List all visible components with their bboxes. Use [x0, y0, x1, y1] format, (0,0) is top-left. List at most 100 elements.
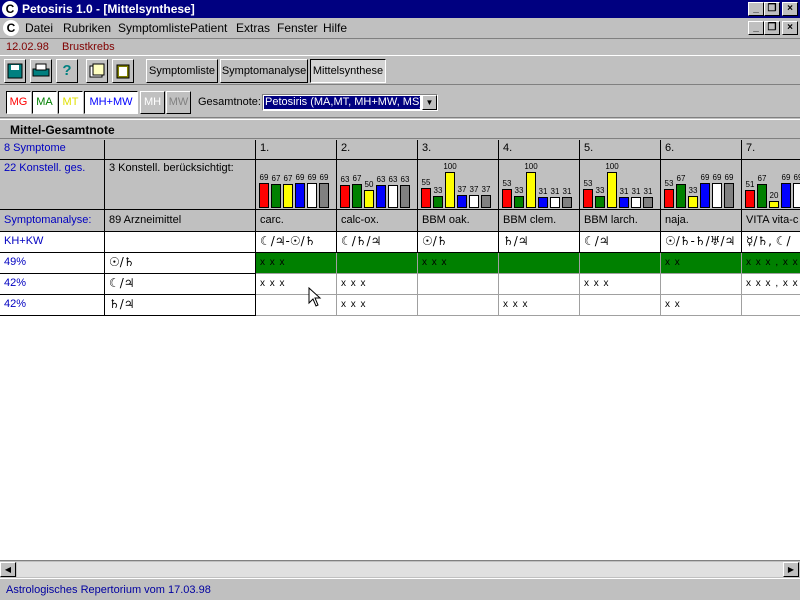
- mdi-minimize-button[interactable]: _: [748, 21, 764, 35]
- remedy-bar-chart: 63 67 50 63 63 63: [337, 160, 418, 210]
- remedy-rank[interactable]: 3.: [418, 140, 499, 160]
- remedy-match-cell[interactable]: [337, 253, 418, 274]
- filter-ma-button[interactable]: MA: [32, 91, 57, 114]
- remedy-bar-chart: 55 33 100 37 37 37: [418, 160, 499, 210]
- remedy-name[interactable]: carc.: [256, 210, 337, 232]
- document-icon[interactable]: C: [3, 20, 19, 36]
- remedy-rank[interactable]: 7.: [742, 140, 800, 160]
- row-konstellation[interactable]: ♄/♃: [105, 295, 256, 316]
- scroll-right-icon[interactable]: ▶: [783, 562, 799, 577]
- remedy-match-cell[interactable]: [499, 253, 580, 274]
- bar-mg: [745, 190, 755, 208]
- remedy-match-cell[interactable]: [580, 295, 661, 316]
- filter-mh-button[interactable]: MH: [140, 91, 165, 114]
- bar-mg: [259, 183, 269, 208]
- remedy-name[interactable]: calc-ox.: [337, 210, 418, 232]
- bar-ma: [271, 184, 281, 208]
- row-konstellation[interactable]: ☾/♃: [105, 274, 256, 295]
- clipboard-icon[interactable]: [112, 59, 134, 83]
- remedy-match-cell[interactable]: x x x , x x: [742, 274, 800, 295]
- remedy-name[interactable]: BBM larch.: [580, 210, 661, 232]
- remedy-rank[interactable]: 2.: [337, 140, 418, 160]
- close-button[interactable]: ×: [782, 2, 798, 16]
- remedy-rank[interactable]: 4.: [499, 140, 580, 160]
- menu-datei[interactable]: Datei: [25, 21, 53, 35]
- remedy-name[interactable]: naja.: [661, 210, 742, 232]
- help-icon[interactable]: ?: [56, 59, 78, 83]
- mdi-restore-button[interactable]: ❐: [764, 21, 780, 35]
- row-konstellation[interactable]: ☉/♄: [105, 253, 256, 274]
- remedy-match-cell[interactable]: [661, 274, 742, 295]
- bar-mg: [502, 189, 512, 208]
- remedy-match-cell[interactable]: x x x: [580, 274, 661, 295]
- remedy-match-cell[interactable]: x x x: [337, 295, 418, 316]
- patient-date: 12.02.98: [6, 41, 49, 53]
- remedy-name[interactable]: VITA vita-c: [742, 210, 800, 232]
- gesamtnote-label: Gesamtnote:: [198, 96, 261, 108]
- minimize-button[interactable]: _: [748, 2, 764, 16]
- remedy-khkw: ☿/♄, ☾/: [742, 232, 800, 253]
- bar-value-label: 67: [757, 174, 767, 183]
- menu-extras[interactable]: Extras: [236, 21, 270, 35]
- row-percent[interactable]: 42%: [0, 274, 105, 295]
- filter-mhmw-button[interactable]: MH+MW: [84, 91, 138, 114]
- remedy-match-cell[interactable]: [256, 295, 337, 316]
- remedy-match-cell[interactable]: x x x , x x: [742, 253, 800, 274]
- save-icon[interactable]: [4, 59, 26, 83]
- remedy-match-cell[interactable]: x x: [661, 295, 742, 316]
- bar-value-label: 69: [724, 173, 734, 182]
- scroll-left-icon[interactable]: ◀: [0, 562, 16, 577]
- menu-bar: C Datei Rubriken Symptomliste Patient Ex…: [0, 18, 800, 38]
- remedy-name[interactable]: BBM clem.: [499, 210, 580, 232]
- menu-rubriken[interactable]: Rubriken: [63, 21, 111, 35]
- bar-ma: [433, 196, 443, 208]
- remedy-khkw: ☾/♄/♃: [337, 232, 418, 253]
- bar-mw: [562, 197, 572, 208]
- row-percent[interactable]: 49%: [0, 253, 105, 274]
- gesamtnote-select[interactable]: Petosiris (MA,MT, MH+MW, MS) ▼: [262, 94, 438, 111]
- remedy-match-cell[interactable]: x x: [661, 253, 742, 274]
- remedy-match-cell[interactable]: x x x: [337, 274, 418, 295]
- filter-mt-button[interactable]: MT: [58, 91, 83, 114]
- menu-hilfe[interactable]: Hilfe: [323, 21, 347, 35]
- mdi-close-button[interactable]: ×: [782, 21, 798, 35]
- remedy-khkw: ☉/♄-♄/♅/♃: [661, 232, 742, 253]
- remedy-match-cell[interactable]: [499, 274, 580, 295]
- bar-mh: [550, 197, 560, 208]
- filter-mg-button[interactable]: MG: [6, 91, 31, 114]
- bar-value-label: 33: [595, 186, 605, 195]
- remedy-match-cell[interactable]: [742, 295, 800, 316]
- remedy-match-cell[interactable]: [580, 253, 661, 274]
- remedy-bar-chart: 53 67 33 69 69 69: [661, 160, 742, 210]
- symptomliste-button[interactable]: Symptomliste: [146, 59, 218, 83]
- remedy-match-cell[interactable]: x x x: [256, 274, 337, 295]
- remedy-rank[interactable]: 6.: [661, 140, 742, 160]
- menu-symptomliste[interactable]: Symptomliste: [118, 21, 190, 35]
- remedy-name[interactable]: BBM oak.: [418, 210, 499, 232]
- maximize-button[interactable]: ❐: [764, 2, 780, 16]
- remedy-match-cell[interactable]: x x x: [418, 253, 499, 274]
- mittelsynthese-button[interactable]: Mittelsynthese: [310, 59, 386, 83]
- remedy-match-cell[interactable]: [418, 295, 499, 316]
- remedy-match-cell[interactable]: x x x: [256, 253, 337, 274]
- bar-mw: [481, 195, 491, 208]
- remedy-match-cell[interactable]: [418, 274, 499, 295]
- menu-patient[interactable]: Patient: [190, 21, 227, 35]
- remedy-bar-chart: 53 33 100 31 31 31: [499, 160, 580, 210]
- bar-value-label: 69: [793, 173, 800, 182]
- menu-fenster[interactable]: Fenster: [277, 21, 318, 35]
- scroll-track[interactable]: [17, 562, 783, 577]
- symptomanalyse-button[interactable]: Symptomanalyse: [220, 59, 308, 83]
- print-icon[interactable]: [30, 59, 52, 83]
- remedy-rank[interactable]: 5.: [580, 140, 661, 160]
- horizontal-scrollbar[interactable]: ◀ ▶: [0, 560, 800, 577]
- row-percent[interactable]: 42%: [0, 295, 105, 316]
- bar-mh: [307, 183, 317, 208]
- filter-mw-button[interactable]: MW: [166, 91, 191, 114]
- remedy-match-cell[interactable]: x x x: [499, 295, 580, 316]
- bar-mt: [526, 172, 536, 208]
- remedy-rank[interactable]: 1.: [256, 140, 337, 160]
- app-icon[interactable]: C: [2, 1, 18, 17]
- chevron-down-icon[interactable]: ▼: [422, 95, 437, 110]
- book-icon[interactable]: [86, 59, 108, 83]
